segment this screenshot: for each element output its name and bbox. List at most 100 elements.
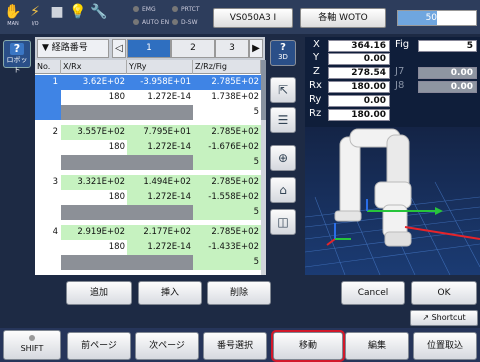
table-row-no[interactable]: 2 xyxy=(35,125,61,140)
tab-3[interactable]: 3 xyxy=(215,39,249,58)
table-row-no[interactable] xyxy=(35,190,61,205)
table-row-no[interactable] xyxy=(35,90,61,105)
table-row-no[interactable]: 4 xyxy=(35,225,61,240)
get-position-button[interactable]: 位置取込 xyxy=(413,332,477,360)
list-icon: ☰ xyxy=(277,113,289,127)
table-cell-rx[interactable]: 180 xyxy=(61,190,127,205)
table-cell-blank[interactable] xyxy=(127,155,193,170)
light-bulb-icon: 💡 xyxy=(69,4,87,20)
scroll-thumb[interactable] xyxy=(261,60,266,120)
speed-meter[interactable]: 50 % xyxy=(397,10,477,26)
table-cell-ry[interactable]: 1.272E-14 xyxy=(127,90,193,105)
tab-1[interactable]: 1 xyxy=(127,39,171,58)
pan-button[interactable]: ⇱ xyxy=(270,77,296,103)
zoom-button[interactable]: ⊕ xyxy=(270,145,296,171)
path-number-dropdown[interactable]: ▼ 経路番号 xyxy=(37,39,109,58)
fig-value: 5 xyxy=(418,40,477,52)
table-cell-y[interactable]: 7.795E+01 xyxy=(127,125,193,140)
shift-indicator-icon xyxy=(29,335,35,341)
table-cell-fig[interactable]: 5 xyxy=(193,255,261,270)
table-cell-blank[interactable] xyxy=(61,105,127,120)
table-cell-blank[interactable] xyxy=(61,205,127,220)
table-row-no[interactable] xyxy=(35,240,61,255)
x-label: X xyxy=(313,39,320,50)
table-cell-blank[interactable] xyxy=(127,255,193,270)
edit-button[interactable]: 編集 xyxy=(345,332,409,360)
add-button[interactable]: 追加 xyxy=(66,281,132,305)
prev-page-button[interactable]: 前ページ xyxy=(67,332,131,360)
next-page-button[interactable]: 次ページ xyxy=(135,332,199,360)
table-cell-rx[interactable]: 180 xyxy=(61,140,127,155)
cancel-button[interactable]: Cancel xyxy=(341,281,405,305)
select-number-button[interactable]: 番号選択 xyxy=(203,332,267,360)
table-row-no[interactable] xyxy=(35,105,61,120)
table-cell-rx[interactable]: 180 xyxy=(61,240,127,255)
tool-column: ? 3D ⇱ ☰ ⊕ ⌂ ◫ xyxy=(268,37,298,275)
table-cell-fig[interactable]: 5 xyxy=(193,105,261,120)
table-row-no[interactable] xyxy=(35,255,61,270)
move-button[interactable]: 移動 xyxy=(271,330,345,362)
table-cell-x[interactable]: 3.62E+02 xyxy=(61,75,127,90)
table-cell-ry[interactable]: 1.272E-14 xyxy=(127,140,193,155)
table-cell-rz[interactable]: 1.738E+02 xyxy=(193,90,261,105)
table-cell-blank[interactable] xyxy=(61,155,127,170)
table-row-no[interactable]: 1 xyxy=(35,75,61,90)
shift-button[interactable]: SHIFT xyxy=(3,330,61,360)
y-value: 0.00 xyxy=(328,53,390,65)
tab-next-arrow[interactable]: ▶ xyxy=(249,39,263,58)
delete-button[interactable]: 削除 xyxy=(207,281,271,305)
table-cell-x[interactable]: 3.557E+02 xyxy=(61,125,127,140)
table-cell-rz[interactable]: -1.558E+02 xyxy=(193,190,261,205)
led-dsw: D-SW xyxy=(172,19,198,26)
shortcut-button[interactable]: ↗ Shortcut xyxy=(410,310,478,326)
z-value: 278.54 xyxy=(328,67,390,79)
table-cell-fig[interactable]: 5 xyxy=(193,155,261,170)
table-cell-rx[interactable]: 180 xyxy=(61,90,127,105)
wrench-icon: 🔧 xyxy=(90,4,108,20)
header-x: X/Rx xyxy=(61,60,127,74)
table-cell-rz[interactable]: -1.676E+02 xyxy=(193,140,261,155)
table-cell-ry[interactable]: 1.272E-14 xyxy=(127,190,193,205)
table-cell-y[interactable]: -3.958E+01 xyxy=(127,75,193,90)
action-row: 追加 挿入 削除 Cancel OK xyxy=(66,281,480,305)
ok-button[interactable]: OK xyxy=(411,281,477,305)
table-cell-blank[interactable] xyxy=(127,205,193,220)
table-cell-blank[interactable] xyxy=(61,255,127,270)
table-scrollbar[interactable] xyxy=(261,60,266,275)
list-button[interactable]: ☰ xyxy=(270,107,296,133)
rx-value: 180.00 xyxy=(328,81,390,93)
table-cell-blank[interactable] xyxy=(127,105,193,120)
box-view-button[interactable]: ◫ xyxy=(270,209,296,235)
robot-3d-view[interactable] xyxy=(305,127,480,275)
robot-button[interactable]: ? ロボット xyxy=(3,40,31,74)
status-bar: ✋ MAN ⚡ I/O ■ 💡 🔧 EMG PRTCT AUTO EN D-SW V… xyxy=(0,0,480,34)
table-cell-ry[interactable]: 1.272E-14 xyxy=(127,240,193,255)
tab-prev-arrow[interactable]: ◁ xyxy=(112,39,126,58)
robot-model-box[interactable]: VS050A3 I xyxy=(213,8,293,28)
home-icon: ⌂ xyxy=(279,183,287,197)
table-cell-fig[interactable]: 5 xyxy=(193,205,261,220)
insert-button[interactable]: 挿入 xyxy=(138,281,202,305)
table-cell-z[interactable]: 2.785E+02 xyxy=(193,75,261,90)
table-cell-y[interactable]: 1.494E+02 xyxy=(127,175,193,190)
table-cell-z[interactable]: 2.785E+02 xyxy=(193,125,261,140)
header-z: Z/Rz/Fig xyxy=(193,60,261,74)
table-row-no[interactable]: 3 xyxy=(35,175,61,190)
path-table: No. X/Rx Y/Ry Z/Rz/Fig 1 3.62E+02 -3.958E+… xyxy=(35,60,261,275)
table-cell-z[interactable]: 2.785E+02 xyxy=(193,175,261,190)
header-y: Y/Ry xyxy=(127,60,193,74)
robot-3d-scene xyxy=(305,128,480,275)
table-cell-x[interactable]: 2.919E+02 xyxy=(61,225,127,240)
rz-label: Rz xyxy=(309,108,322,119)
table-cell-x[interactable]: 3.321E+02 xyxy=(61,175,127,190)
table-cell-y[interactable]: 2.177E+02 xyxy=(127,225,193,240)
table-row-no[interactable] xyxy=(35,155,61,170)
table-cell-rz[interactable]: -1.433E+02 xyxy=(193,240,261,255)
table-row-no[interactable] xyxy=(35,205,61,220)
view-3d-button[interactable]: ? 3D xyxy=(270,40,296,66)
table-row-no[interactable] xyxy=(35,140,61,155)
home-view-button[interactable]: ⌂ xyxy=(270,177,296,203)
axis-mode-box[interactable]: 各軸 WOTO xyxy=(300,8,386,28)
table-cell-z[interactable]: 2.785E+02 xyxy=(193,225,261,240)
tab-2[interactable]: 2 xyxy=(171,39,215,58)
